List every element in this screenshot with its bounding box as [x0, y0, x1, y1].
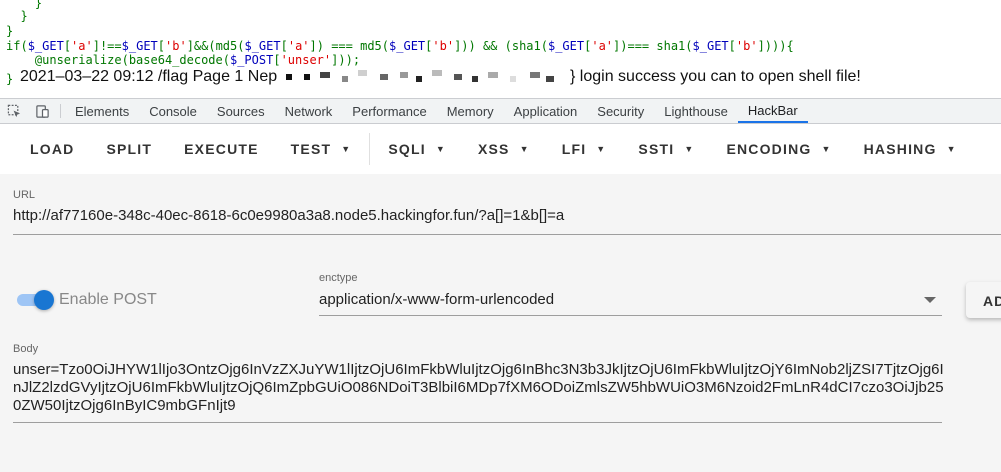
sqli-label: SQLI — [388, 141, 426, 157]
split-button[interactable]: SPLIT — [90, 141, 168, 157]
output-text-end: } login success you can to open shell fi… — [570, 68, 861, 85]
code-line-close: } — [6, 72, 14, 86]
execute-label: EXECUTE — [184, 141, 259, 157]
tab-application[interactable]: Application — [504, 99, 588, 123]
hashing-label: HASHING — [863, 141, 937, 157]
execute-button[interactable]: EXECUTE — [168, 141, 275, 157]
url-underline — [13, 234, 1001, 235]
toolbar-divider — [369, 133, 371, 165]
output-text-start: 2021–03–22 09:12 /flag Page 1 Nep — [20, 68, 278, 85]
xss-menu-button[interactable]: XSS ▼ — [462, 141, 546, 157]
code-line-brace-3: } — [6, 24, 14, 38]
url-label: URL — [13, 189, 36, 201]
caret-down-icon: ▼ — [946, 144, 957, 154]
tab-lighthouse[interactable]: Lighthouse — [654, 99, 738, 123]
hackbar-form: URL http://af77160e-348c-40ec-8618-6c0e9… — [0, 174, 1001, 472]
code-line-unserialize: @unserialize(base64_decode($_POST['unser… — [6, 53, 361, 67]
enctype-label: enctype — [319, 272, 358, 284]
test-label: TEST — [290, 141, 332, 157]
lfi-menu-button[interactable]: LFI ▼ — [546, 141, 623, 157]
page-content: } } } if($_GET['a']!==$_GET['b']&&(md5($… — [0, 0, 1001, 98]
devtools-tab-strip: Elements Console Sources Network Perform… — [0, 98, 1001, 124]
encoding-label: ENCODING — [726, 141, 812, 157]
caret-down-icon: ▼ — [821, 144, 832, 154]
page-output: 2021–03–22 09:12 /flag Page 1 Nep } logi… — [20, 68, 861, 86]
body-label: Body — [13, 343, 39, 355]
tab-memory[interactable]: Memory — [437, 99, 504, 123]
body-textarea[interactable]: unser=Tzo0OiJHYW1lIjo3OntzOjg6InVzZXJuYW… — [13, 361, 945, 415]
tab-security[interactable]: Security — [587, 99, 654, 123]
caret-down-icon: ▼ — [519, 144, 530, 154]
xss-label: XSS — [477, 141, 510, 157]
caret-down-icon: ▼ — [684, 144, 695, 154]
body-underline — [13, 422, 942, 423]
caret-down-icon: ▼ — [435, 144, 446, 154]
sqli-menu-button[interactable]: SQLI ▼ — [372, 141, 462, 157]
dropdown-arrow-icon[interactable] — [924, 297, 936, 303]
enctype-underline — [319, 315, 942, 316]
enctype-select[interactable]: application/x-www-form-urlencoded — [319, 291, 554, 308]
enable-post-label: Enable POST — [59, 291, 157, 308]
test-menu-button[interactable]: TEST ▼ — [275, 141, 368, 157]
tab-console[interactable]: Console — [139, 99, 207, 123]
device-toolbar-icon[interactable] — [28, 99, 56, 123]
caret-down-icon: ▼ — [341, 144, 352, 154]
tab-network[interactable]: Network — [275, 99, 343, 123]
caret-down-icon: ▼ — [596, 144, 607, 154]
hashing-menu-button[interactable]: HASHING ▼ — [848, 141, 973, 157]
code-line-if: if($_GET['a']!==$_GET['b']&&(md5($_GET['… — [6, 39, 794, 53]
hackbar-toolbar: LOAD SPLIT EXECUTE TEST ▼ SQLI ▼ XSS ▼ LFI ▼… — [0, 124, 1001, 174]
add-header-button[interactable]: AD — [966, 282, 1001, 318]
tab-hackbar[interactable]: HackBar — [737, 99, 808, 123]
toggle-knob — [34, 290, 54, 310]
tab-sources[interactable]: Sources — [207, 99, 275, 123]
ssti-menu-button[interactable]: SSTI ▼ — [622, 141, 710, 157]
ssti-label: SSTI — [638, 141, 675, 157]
load-button[interactable]: LOAD — [14, 141, 90, 157]
encoding-menu-button[interactable]: ENCODING ▼ — [710, 141, 847, 157]
url-input[interactable]: http://af77160e-348c-40ec-8618-6c0e9980a… — [13, 207, 564, 224]
enable-post-toggle[interactable] — [14, 290, 54, 310]
tab-elements[interactable]: Elements — [65, 99, 139, 123]
tab-performance[interactable]: Performance — [342, 99, 436, 123]
load-label: LOAD — [30, 141, 75, 157]
inspect-element-icon[interactable] — [0, 99, 28, 123]
tab-divider — [60, 104, 61, 118]
code-line-brace-2: } — [6, 9, 28, 23]
lfi-label: LFI — [561, 141, 587, 157]
split-label: SPLIT — [106, 141, 153, 157]
redacted-mosaic — [282, 69, 566, 84]
